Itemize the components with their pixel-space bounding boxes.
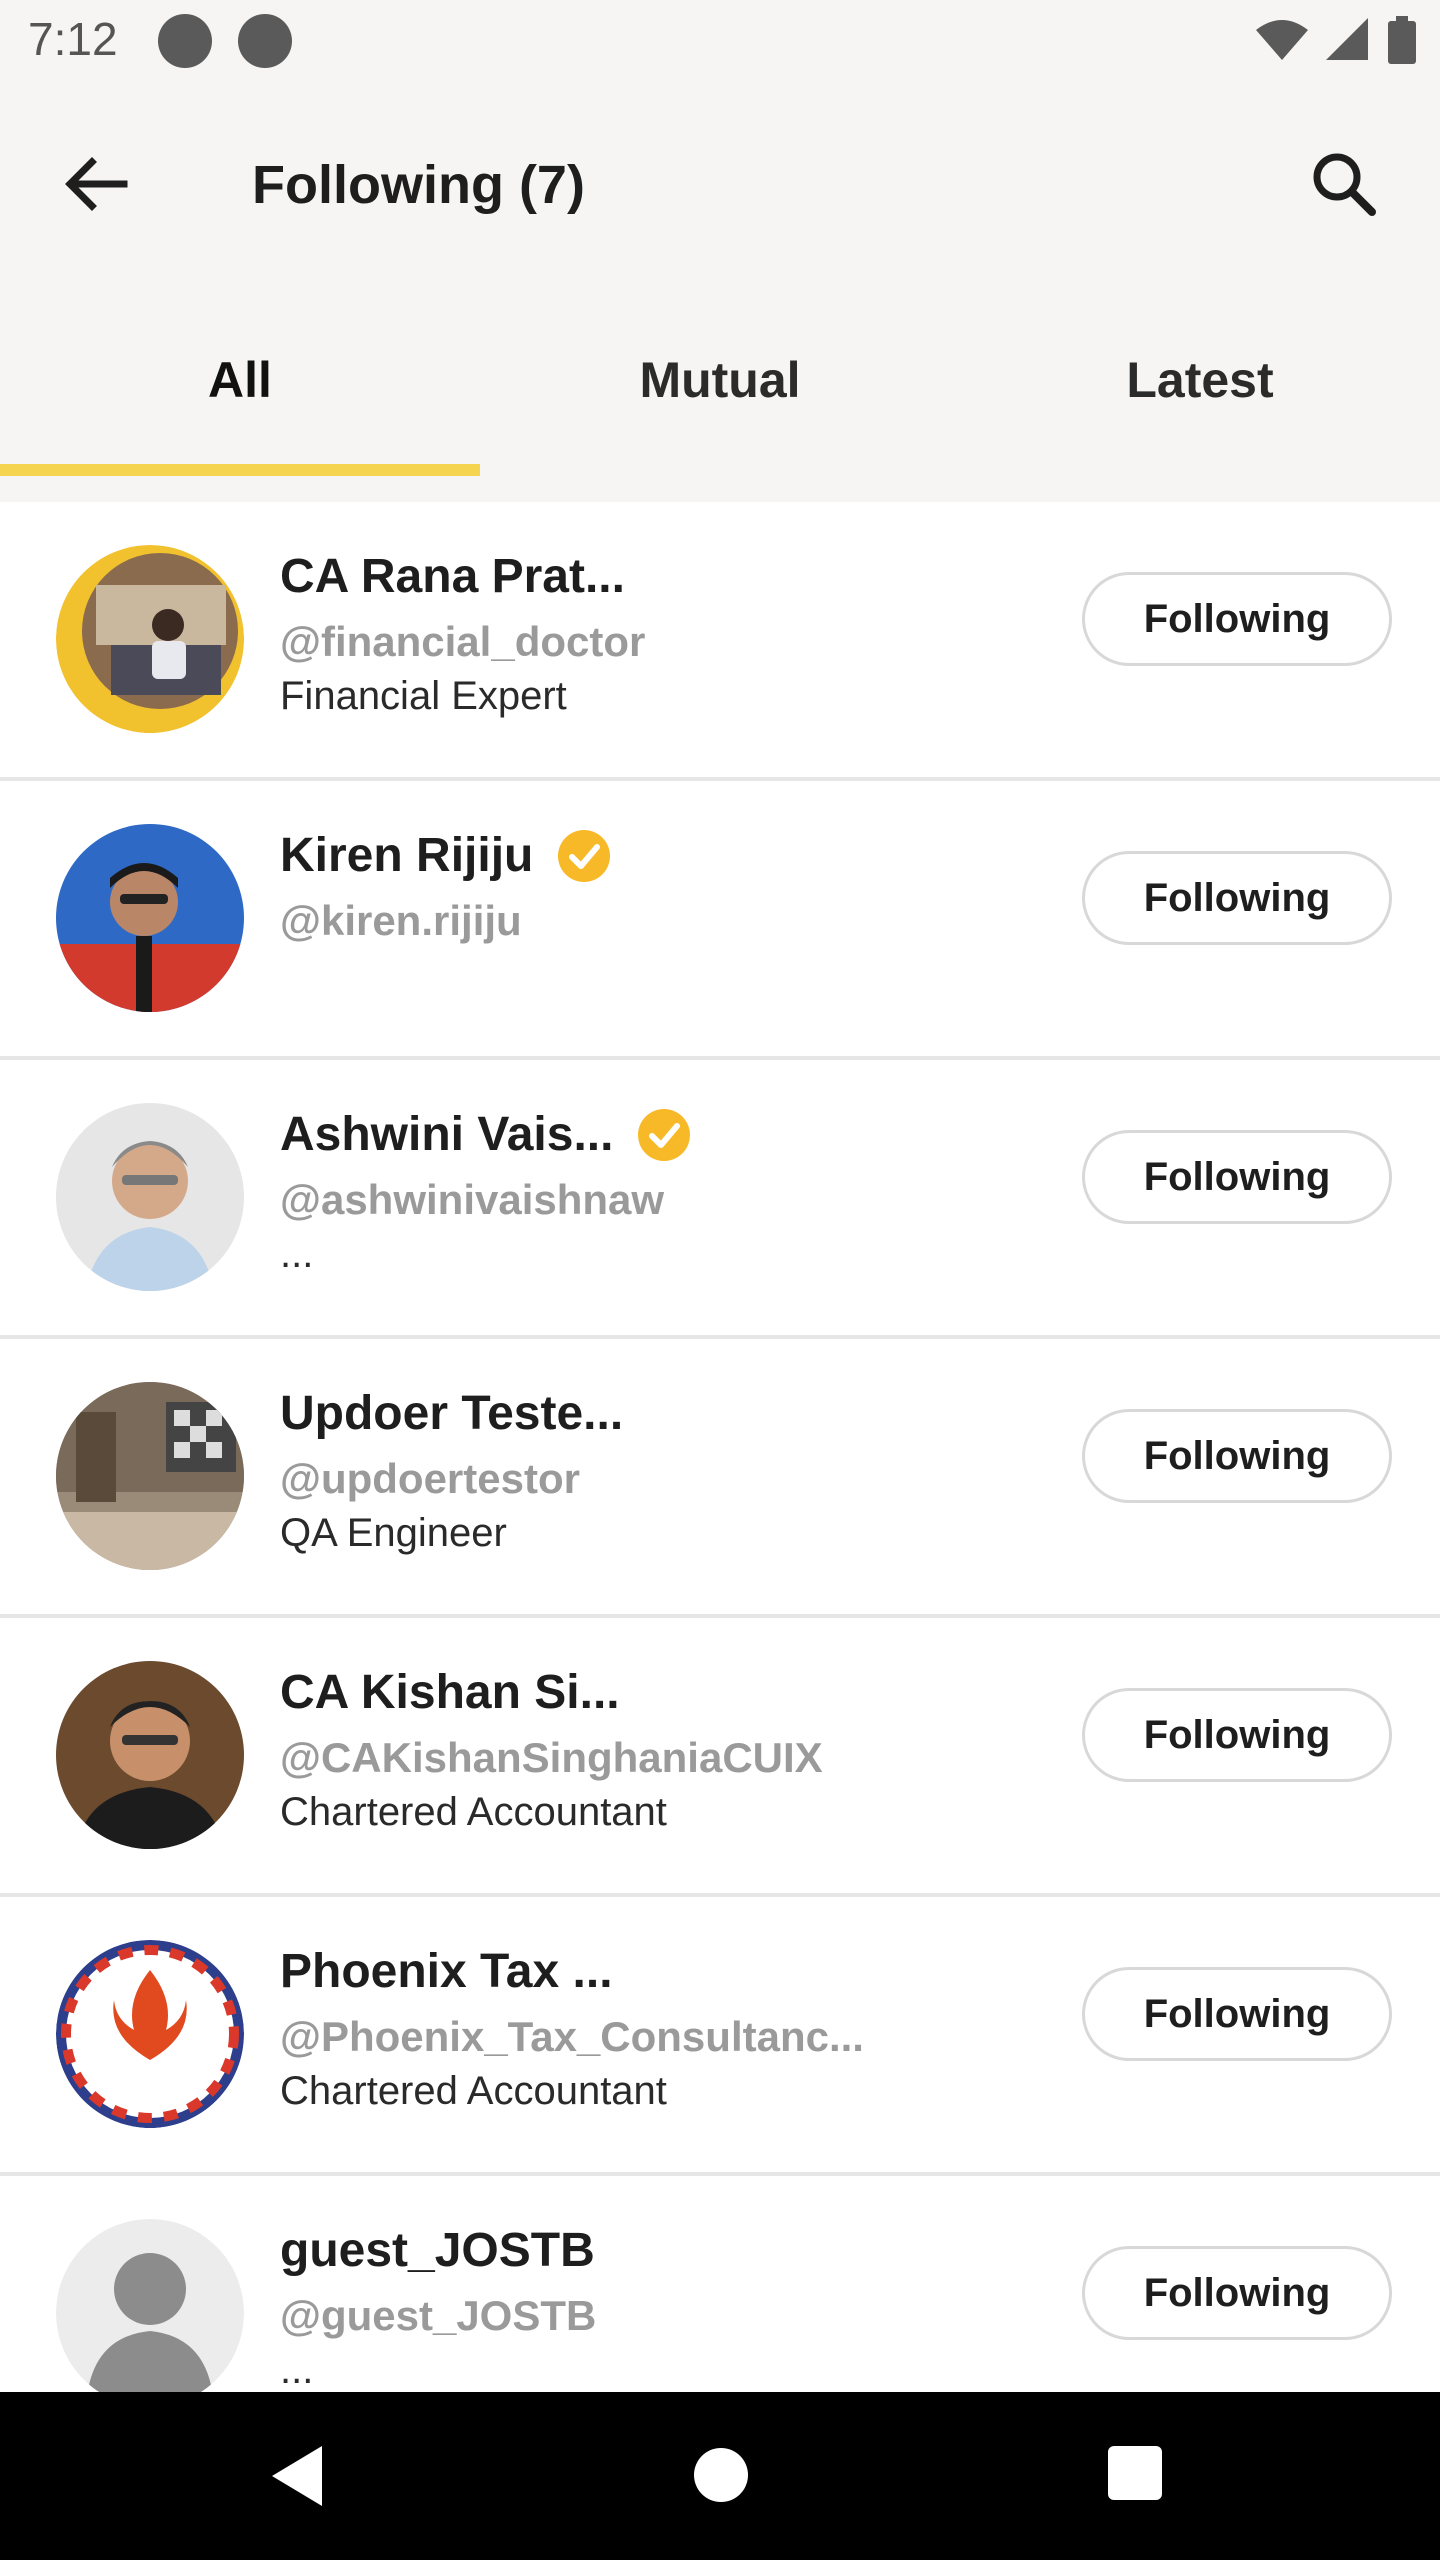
user-handle: @updoertestor bbox=[280, 1455, 580, 1502]
user-bio: Chartered Accountant bbox=[280, 1790, 667, 1834]
app-bar: Following (7) bbox=[0, 84, 1440, 284]
list-item[interactable]: Kiren Rijiju @kiren.rijiju Following bbox=[0, 781, 1440, 1060]
name-line: CA Rana Prat... bbox=[280, 549, 625, 604]
user-name[interactable]: Ashwini Vais... bbox=[280, 1107, 613, 1162]
list-item[interactable]: guest_JOSTB @guest_JOSTB ... Following bbox=[0, 2176, 1440, 2392]
back-arrow-icon[interactable] bbox=[56, 144, 136, 224]
following-button[interactable]: Following bbox=[1082, 1688, 1392, 1782]
user-name[interactable]: Kiren Rijiju bbox=[280, 828, 533, 883]
following-button[interactable]: Following bbox=[1082, 851, 1392, 945]
user-bio: ... bbox=[280, 2348, 314, 2392]
user-name[interactable]: Updoer Teste... bbox=[280, 1386, 623, 1441]
nav-recents-icon[interactable] bbox=[1108, 2446, 1162, 2500]
list-item[interactable]: CA Kishan Si... @CAKishanSinghaniaCUIX C… bbox=[0, 1618, 1440, 1897]
user-handle: @CAKishanSinghaniaCUIX bbox=[280, 1734, 823, 1781]
app-notification-icon bbox=[238, 14, 292, 68]
avatar[interactable] bbox=[56, 1661, 244, 1849]
avatar[interactable] bbox=[56, 1103, 244, 1291]
following-button[interactable]: Following bbox=[1082, 1130, 1392, 1224]
list-item[interactable]: CA Rana Prat... @financial_doctor Financ… bbox=[0, 502, 1440, 781]
nav-home-icon[interactable] bbox=[694, 2448, 748, 2502]
avatar[interactable] bbox=[56, 2219, 244, 2392]
page-title: Following (7) bbox=[252, 155, 585, 215]
nav-back-icon[interactable] bbox=[270, 2444, 326, 2508]
user-handle: @Phoenix_Tax_Consultanc... bbox=[280, 2013, 864, 2060]
user-name[interactable]: Phoenix Tax ... bbox=[280, 1944, 613, 1999]
avatar[interactable] bbox=[56, 1382, 244, 1570]
list-item[interactable]: Ashwini Vais... @ashwinivaishnaw ... Fol… bbox=[0, 1060, 1440, 1339]
name-line: guest_JOSTB bbox=[280, 2223, 595, 2278]
following-button[interactable]: Following bbox=[1082, 1967, 1392, 2061]
user-name[interactable]: CA Rana Prat... bbox=[280, 549, 625, 604]
following-button[interactable]: Following bbox=[1082, 572, 1392, 666]
status-time: 7:12 bbox=[28, 13, 118, 65]
verified-badge-icon bbox=[638, 1108, 691, 1161]
name-line: Ashwini Vais... bbox=[280, 1107, 691, 1162]
user-handle: @guest_JOSTB bbox=[280, 2292, 597, 2339]
avatar[interactable] bbox=[56, 545, 244, 733]
name-line: Kiren Rijiju bbox=[280, 828, 611, 883]
battery-icon bbox=[1388, 16, 1416, 64]
sync-app-icon bbox=[158, 14, 212, 68]
cell-signal-icon bbox=[1326, 18, 1368, 60]
user-name[interactable]: CA Kishan Si... bbox=[280, 1665, 620, 1720]
status-bar: 7:12 bbox=[0, 0, 1440, 84]
tab-mutual[interactable]: Mutual bbox=[480, 320, 960, 502]
name-line: Phoenix Tax ... bbox=[280, 1944, 613, 1999]
name-line: Updoer Teste... bbox=[280, 1386, 623, 1441]
verified-badge-icon bbox=[558, 829, 611, 882]
user-name[interactable]: guest_JOSTB bbox=[280, 2223, 595, 2278]
user-bio: Chartered Accountant bbox=[280, 2069, 667, 2113]
status-indicators bbox=[1256, 16, 1416, 64]
user-handle: @kiren.rijiju bbox=[280, 897, 522, 944]
following-list[interactable]: CA Rana Prat... @financial_doctor Financ… bbox=[0, 502, 1440, 2392]
search-icon[interactable] bbox=[1304, 144, 1384, 224]
avatar[interactable] bbox=[56, 1940, 244, 2128]
following-button[interactable]: Following bbox=[1082, 1409, 1392, 1503]
list-item[interactable]: Updoer Teste... @updoertestor QA Enginee… bbox=[0, 1339, 1440, 1618]
user-handle: @financial_doctor bbox=[280, 618, 646, 665]
avatar[interactable] bbox=[56, 824, 244, 1012]
following-button[interactable]: Following bbox=[1082, 2246, 1392, 2340]
system-navigation-bar bbox=[0, 2392, 1440, 2560]
tab-latest[interactable]: Latest bbox=[960, 320, 1440, 502]
name-line: CA Kishan Si... bbox=[280, 1665, 620, 1720]
user-bio: QA Engineer bbox=[280, 1511, 507, 1555]
user-handle: @ashwinivaishnaw bbox=[280, 1176, 665, 1223]
wifi-icon bbox=[1256, 20, 1308, 60]
active-tab-indicator bbox=[0, 464, 480, 476]
user-bio: ... bbox=[280, 1232, 314, 1276]
user-bio: Financial Expert bbox=[280, 674, 567, 718]
list-item[interactable]: Phoenix Tax ... @Phoenix_Tax_Consultanc.… bbox=[0, 1897, 1440, 2176]
